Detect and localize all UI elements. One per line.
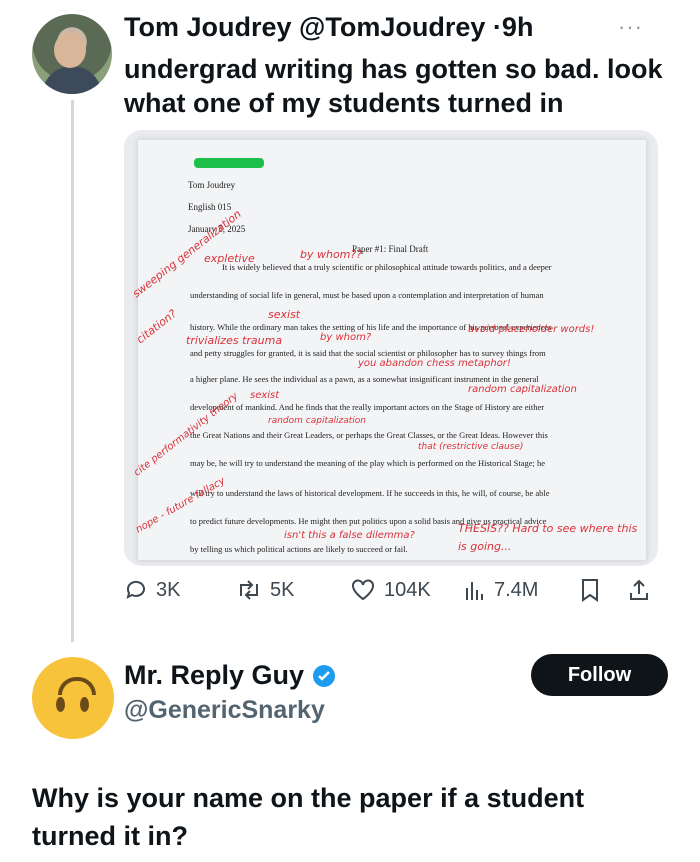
share-icon	[630, 579, 648, 600]
reply-button[interactable]: 3K	[124, 578, 180, 602]
reply-author: Mr. Reply Guy	[124, 660, 336, 691]
annotation: sexist	[250, 390, 280, 401]
heart-icon	[352, 579, 374, 601]
thread-connector-line	[71, 100, 74, 642]
paper-line: development of mankind. And he finds tha…	[190, 402, 545, 412]
bookmark-button[interactable]	[580, 578, 600, 602]
reply-text: Why is your name on the paper if a stude…	[32, 783, 585, 851]
paper-line: It is widely believed that a truly scien…	[222, 262, 552, 272]
author-name[interactable]: Tom Joudrey	[124, 12, 292, 42]
annotation: THESIS?? Hard to see where this is going…	[458, 522, 638, 553]
like-button[interactable]: 104K	[350, 578, 431, 602]
reply-author-handle[interactable]: @GenericSnarky	[124, 696, 325, 725]
annotation: that (restrictive clause)	[418, 442, 524, 452]
paper-line: the Great Nations and their Great Leader…	[190, 430, 548, 440]
tweet-time[interactable]: 9h	[502, 12, 534, 42]
annotation: you abandon chess metaphor!	[358, 358, 511, 369]
more-dots-icon[interactable]: ···	[618, 14, 643, 40]
views-button[interactable]: 7.4M	[464, 578, 538, 602]
author-handle[interactable]: @TomJoudrey	[299, 12, 485, 42]
follow-button[interactable]: Follow	[531, 654, 668, 696]
retweet-icon	[240, 580, 258, 600]
author-avatar[interactable]	[32, 14, 112, 94]
views-count: 7.4M	[494, 578, 539, 601]
annotation: citation?	[134, 307, 180, 347]
reply-icon	[126, 580, 145, 599]
annotation: by whom?	[320, 332, 372, 343]
avatar-eye	[56, 697, 65, 712]
avatar-mouth	[58, 677, 96, 695]
tweet-action-bar: 3K 5K 104K 7.4M	[124, 578, 664, 608]
highlighter-mark	[194, 158, 264, 168]
annotation: nope - future fallacy	[134, 475, 228, 536]
paper-line: will try to understand the laws of histo…	[190, 488, 550, 498]
annotation: avoid placeholder words!	[468, 324, 595, 335]
retweet-count: 5K	[270, 578, 295, 601]
graded-paper: Tom Joudrey English 015 January 5, 2025 …	[130, 140, 646, 560]
tweet-header: Tom Joudrey @TomJoudrey ·9h	[124, 12, 533, 43]
tweet-text: undergrad writing has gotten so bad. loo…	[124, 54, 663, 118]
annotation: by whom??	[300, 248, 363, 261]
paper-title: Paper #1: Final Draft	[352, 244, 429, 254]
annotation: sexist	[268, 308, 301, 321]
paper-author: Tom Joudrey	[188, 180, 236, 190]
reply-author-name[interactable]: Mr. Reply Guy	[124, 660, 304, 691]
paper-course: English 015	[188, 202, 232, 212]
retweet-button[interactable]: 5K	[236, 578, 294, 602]
annotation: random capitalization	[268, 416, 366, 426]
views-bar-chart-icon	[466, 582, 483, 600]
avatar-shirt	[42, 66, 102, 94]
paper-line: by telling us which political actions ar…	[190, 544, 408, 554]
annotation: isn't this a false dilemma?	[284, 530, 415, 541]
verified-badge-icon	[313, 664, 336, 687]
paper-line: a higher plane. He sees the individual a…	[190, 374, 539, 384]
header-separator: ·	[492, 12, 502, 42]
annotation: random capitalization	[468, 384, 577, 395]
avatar-head	[54, 32, 86, 68]
bookmark-icon	[582, 579, 598, 602]
reply-count: 3K	[156, 578, 181, 601]
paper-line: understanding of social life in general,…	[190, 290, 544, 300]
annotation: trivializes trauma	[186, 334, 283, 347]
tweet-photo[interactable]: Tom Joudrey English 015 January 5, 2025 …	[124, 130, 658, 566]
like-count: 104K	[384, 578, 431, 601]
share-button[interactable]	[628, 578, 650, 602]
avatar-eye	[80, 697, 89, 712]
paper-line: may be, he will try to understand the me…	[190, 458, 546, 468]
upside-down-face-avatar[interactable]	[32, 657, 114, 739]
paper-line: and petty struggles for granted, it is s…	[190, 348, 546, 358]
annotation: expletive	[204, 252, 255, 265]
